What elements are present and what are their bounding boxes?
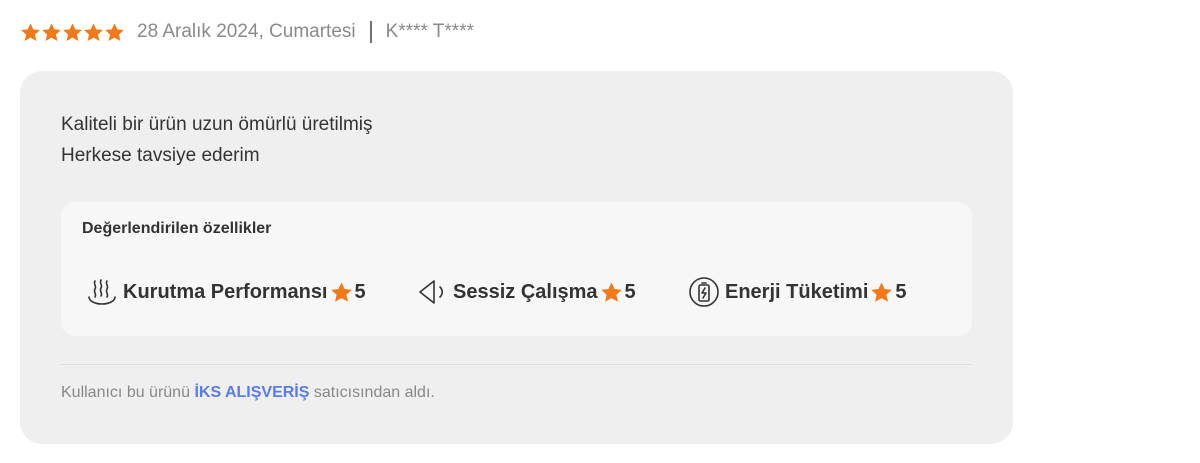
comment-line: Kaliteli bir ürün uzun ömürlü üretilmiş <box>61 114 373 135</box>
seller-info: Kullanıcı bu ürünü İKS ALIŞVERİŞ satıcıs… <box>61 384 435 402</box>
feature-energy-consumption: Enerji Tüketimi 5 <box>687 274 907 310</box>
star-icon <box>105 22 124 41</box>
review-header: 28 Aralık 2024, Cumartesi K**** T**** <box>20 16 474 48</box>
star-icon <box>871 281 893 302</box>
speaker-icon <box>419 280 444 304</box>
star-icon <box>84 22 103 41</box>
feature-label: Enerji Tüketimi <box>725 280 869 303</box>
review-date: 28 Aralık 2024, Cumartesi <box>137 21 356 42</box>
feature-drying-performance: Kurutma Performansı 5 <box>85 274 366 310</box>
star-icon <box>42 22 61 41</box>
feature-score: 5 <box>895 280 907 303</box>
battery-icon <box>689 277 719 307</box>
review-card: Kaliteli bir ürün uzun ömürlü üretilmiş … <box>20 71 1013 444</box>
feature-silent-operation: Sessiz Çalışma 5 <box>415 274 636 310</box>
comment-line: Herkese tavsiye ederim <box>61 145 260 166</box>
feature-score: 5 <box>624 280 636 303</box>
seller-prefix: Kullanıcı bu ürünü <box>61 384 190 401</box>
feature-label: Sessiz Çalışma <box>453 280 598 303</box>
rated-features-panel: Değerlendirilen özellikler Kurutma Perfo… <box>61 202 972 336</box>
rating-stars <box>20 22 125 43</box>
star-icon <box>21 22 40 41</box>
rated-features-title: Değerlendirilen özellikler <box>82 220 272 237</box>
steam-icon <box>88 279 116 305</box>
feature-label: Kurutma Performansı <box>123 280 328 303</box>
header-separator <box>369 21 372 43</box>
seller-link[interactable]: İKS ALIŞVERİŞ <box>194 384 309 401</box>
card-divider <box>61 364 972 365</box>
feature-score: 5 <box>354 280 366 303</box>
star-icon <box>63 22 82 41</box>
seller-suffix: satıcısından aldı. <box>313 384 435 401</box>
review-author: K**** T**** <box>385 21 474 42</box>
star-icon <box>600 281 622 302</box>
star-icon <box>330 281 352 302</box>
review-comment: Kaliteli bir ürün uzun ömürlü üretilmiş … <box>61 109 373 171</box>
